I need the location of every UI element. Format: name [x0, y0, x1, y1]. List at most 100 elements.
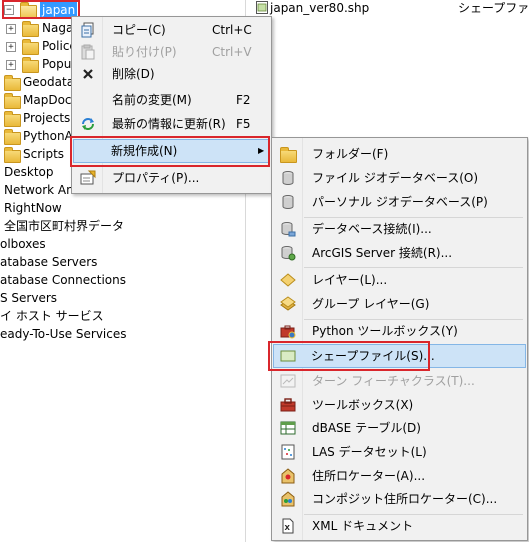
menu-item-label: ターン フィーチャクラス(T)...: [312, 374, 475, 388]
tree-item-label: Naga: [42, 21, 74, 35]
submenu-item-composite-address-locator[interactable]: コンポジット住所ロケーター(C)...: [274, 488, 525, 510]
tree-item-label: eady-To-Use Services: [0, 327, 127, 341]
menu-item-label: パーソナル ジオデータベース(P): [312, 195, 488, 209]
address-locator-icon: [281, 468, 295, 484]
submenu-item-arcgis-server-connection[interactable]: ArcGIS Server 接続(R)...: [274, 242, 525, 264]
menu-item-delete[interactable]: 削除(D): [74, 63, 269, 85]
properties-icon: [80, 170, 96, 185]
tree-item-label: S Servers: [0, 291, 58, 305]
tree-item-popu[interactable]: + Popu: [0, 55, 80, 73]
menu-item-label: コンポジット住所ロケーター(C)...: [312, 492, 498, 506]
submenu-item-address-locator[interactable]: 住所ロケーター(A)...: [274, 465, 525, 487]
tree-item-label: 全国市区町村界データ: [4, 219, 125, 233]
submenu-item-database-connection[interactable]: データベース接続(I)...: [274, 218, 525, 240]
toolbox-icon: [280, 398, 296, 412]
refresh-icon: [82, 118, 94, 130]
tree-item-database-servers[interactable]: atabase Servers: [0, 253, 97, 271]
menu-item-label: 住所ロケーター(A)...: [312, 469, 426, 483]
menu-item-refresh[interactable]: 最新の情報に更新(R) F5: [74, 113, 269, 135]
tree-item-ready-to-use-services[interactable]: eady-To-Use Services: [0, 325, 127, 343]
highlight-shapefile: [268, 341, 430, 371]
tree-item-network-analyst[interactable]: Network An: [4, 181, 74, 199]
tree-item-label: Scripts: [23, 147, 65, 161]
tree-item-label: atabase Servers: [0, 255, 98, 269]
menu-item-copy[interactable]: コピー(C) Ctrl+C: [74, 19, 269, 41]
tree-item-my-hosted-services[interactable]: イ ホスト サービス: [0, 307, 104, 325]
submenu-item-python-toolbox[interactable]: Python ツールボックス(Y): [274, 320, 525, 342]
folder-icon: [4, 93, 21, 109]
tree-item-projects[interactable]: Projects: [0, 109, 80, 127]
turn-feature-class-icon: [280, 374, 296, 388]
tree-item-label: Projects: [23, 111, 71, 125]
new-submenu[interactable]: フォルダー(F) ファイル ジオデータベース(O) パーソナル ジオデータベース…: [271, 137, 528, 541]
menu-item-shortcut: F2: [236, 93, 251, 107]
expand-icon[interactable]: +: [6, 42, 16, 52]
menu-item-label: Python ツールボックス(Y): [312, 324, 458, 338]
menu-item-shortcut: Ctrl+C: [212, 23, 252, 37]
submenu-item-layer[interactable]: レイヤー(L)...: [274, 269, 525, 291]
tree-item-label: atabase Connections: [0, 273, 126, 287]
python-toolbox-icon: [280, 325, 296, 339]
menu-item-label: XML ドキュメント: [312, 519, 414, 533]
menu-item-properties[interactable]: プロパティ(P)...: [74, 167, 269, 189]
tree-item-municipal-boundaries[interactable]: 全国市区町村界データ: [4, 217, 124, 235]
file-row[interactable]: japan_ver80.shp シェープファ: [246, 0, 529, 16]
shapefile-icon: [256, 1, 268, 14]
menu-item-label: ツールボックス(X): [312, 398, 414, 412]
tree-item-label: Desktop: [4, 165, 54, 179]
tree-item-toolboxes[interactable]: olboxes: [0, 235, 46, 253]
folder-icon: [22, 57, 39, 73]
menu-item-label: 最新の情報に更新(R): [112, 117, 226, 131]
menu-item-label: フォルダー(F): [312, 147, 389, 161]
submenu-item-personal-geodatabase[interactable]: パーソナル ジオデータベース(P): [274, 191, 525, 213]
folder-icon: [280, 147, 297, 163]
tree-item-label: RightNow: [4, 201, 62, 215]
file-type: シェープファ: [458, 1, 529, 15]
folder-icon: [4, 147, 21, 163]
menu-item-paste[interactable]: 貼り付け(P) Ctrl+V: [74, 41, 269, 63]
submenu-item-turn-feature-class[interactable]: ターン フィーチャクラス(T)...: [274, 370, 525, 392]
submenu-item-xml-document[interactable]: X XML ドキュメント: [274, 515, 525, 537]
tree-item-scripts[interactable]: Scripts: [0, 145, 80, 163]
expand-icon[interactable]: +: [6, 24, 16, 34]
context-menu[interactable]: コピー(C) Ctrl+C 貼り付け(P) Ctrl+V 削除(D) 名前の変更…: [71, 16, 272, 194]
menu-item-rename[interactable]: 名前の変更(M) F2: [74, 89, 269, 111]
tree-item-gis-servers[interactable]: S Servers: [0, 289, 57, 307]
paste-icon: [81, 44, 95, 60]
menu-item-label: データベース接続(I)...: [312, 222, 432, 236]
menu-item-label: ファイル ジオデータベース(O): [312, 171, 479, 185]
tree-item-police[interactable]: + Police: [0, 37, 80, 55]
tree-item-naga[interactable]: + Naga: [0, 19, 80, 37]
menu-item-label: プロパティ(P)...: [112, 171, 200, 185]
tree-item-pythona[interactable]: PythonA: [0, 127, 80, 145]
menu-item-label: LAS データセット(L): [312, 445, 427, 459]
highlight-new: [70, 136, 270, 167]
submenu-item-dbase-table[interactable]: dBASE テーブル(D): [274, 417, 525, 439]
xml-document-icon: X: [282, 518, 294, 534]
tree-item-mapdocu[interactable]: MapDocu: [0, 91, 80, 109]
tree-item-rightnow[interactable]: RightNow: [4, 199, 62, 217]
tree-item-database-connections[interactable]: atabase Connections: [0, 271, 126, 289]
menu-item-label: ArcGIS Server 接続(R)...: [312, 246, 453, 260]
submenu-item-file-geodatabase[interactable]: ファイル ジオデータベース(O): [274, 167, 525, 189]
submenu-item-toolbox[interactable]: ツールボックス(X): [274, 394, 525, 416]
menu-item-label: レイヤー(L)...: [312, 273, 388, 287]
menu-separator: [304, 267, 523, 268]
personal-geodatabase-icon: [282, 195, 294, 209]
delete-icon: [83, 69, 93, 79]
tree-item-label: イ ホスト サービス: [0, 309, 104, 323]
tree-item-geodata[interactable]: Geodata: [0, 73, 80, 91]
folder-icon: [4, 129, 21, 145]
menu-item-label: コピー(C): [112, 23, 166, 37]
folder-icon: [22, 21, 39, 37]
expand-icon[interactable]: +: [6, 60, 16, 70]
submenu-item-group-layer[interactable]: グループ レイヤー(G): [274, 293, 525, 315]
svg-text:X: X: [285, 524, 291, 532]
folder-icon: [4, 75, 21, 91]
tree-item-desktop[interactable]: Desktop: [4, 163, 54, 181]
file-name: japan_ver80.shp: [270, 1, 370, 15]
submenu-item-las-dataset[interactable]: LAS データセット(L): [274, 441, 525, 463]
menu-item-label: 削除(D): [112, 67, 155, 81]
server-connection-icon: [281, 246, 296, 261]
submenu-item-folder[interactable]: フォルダー(F): [274, 143, 525, 165]
